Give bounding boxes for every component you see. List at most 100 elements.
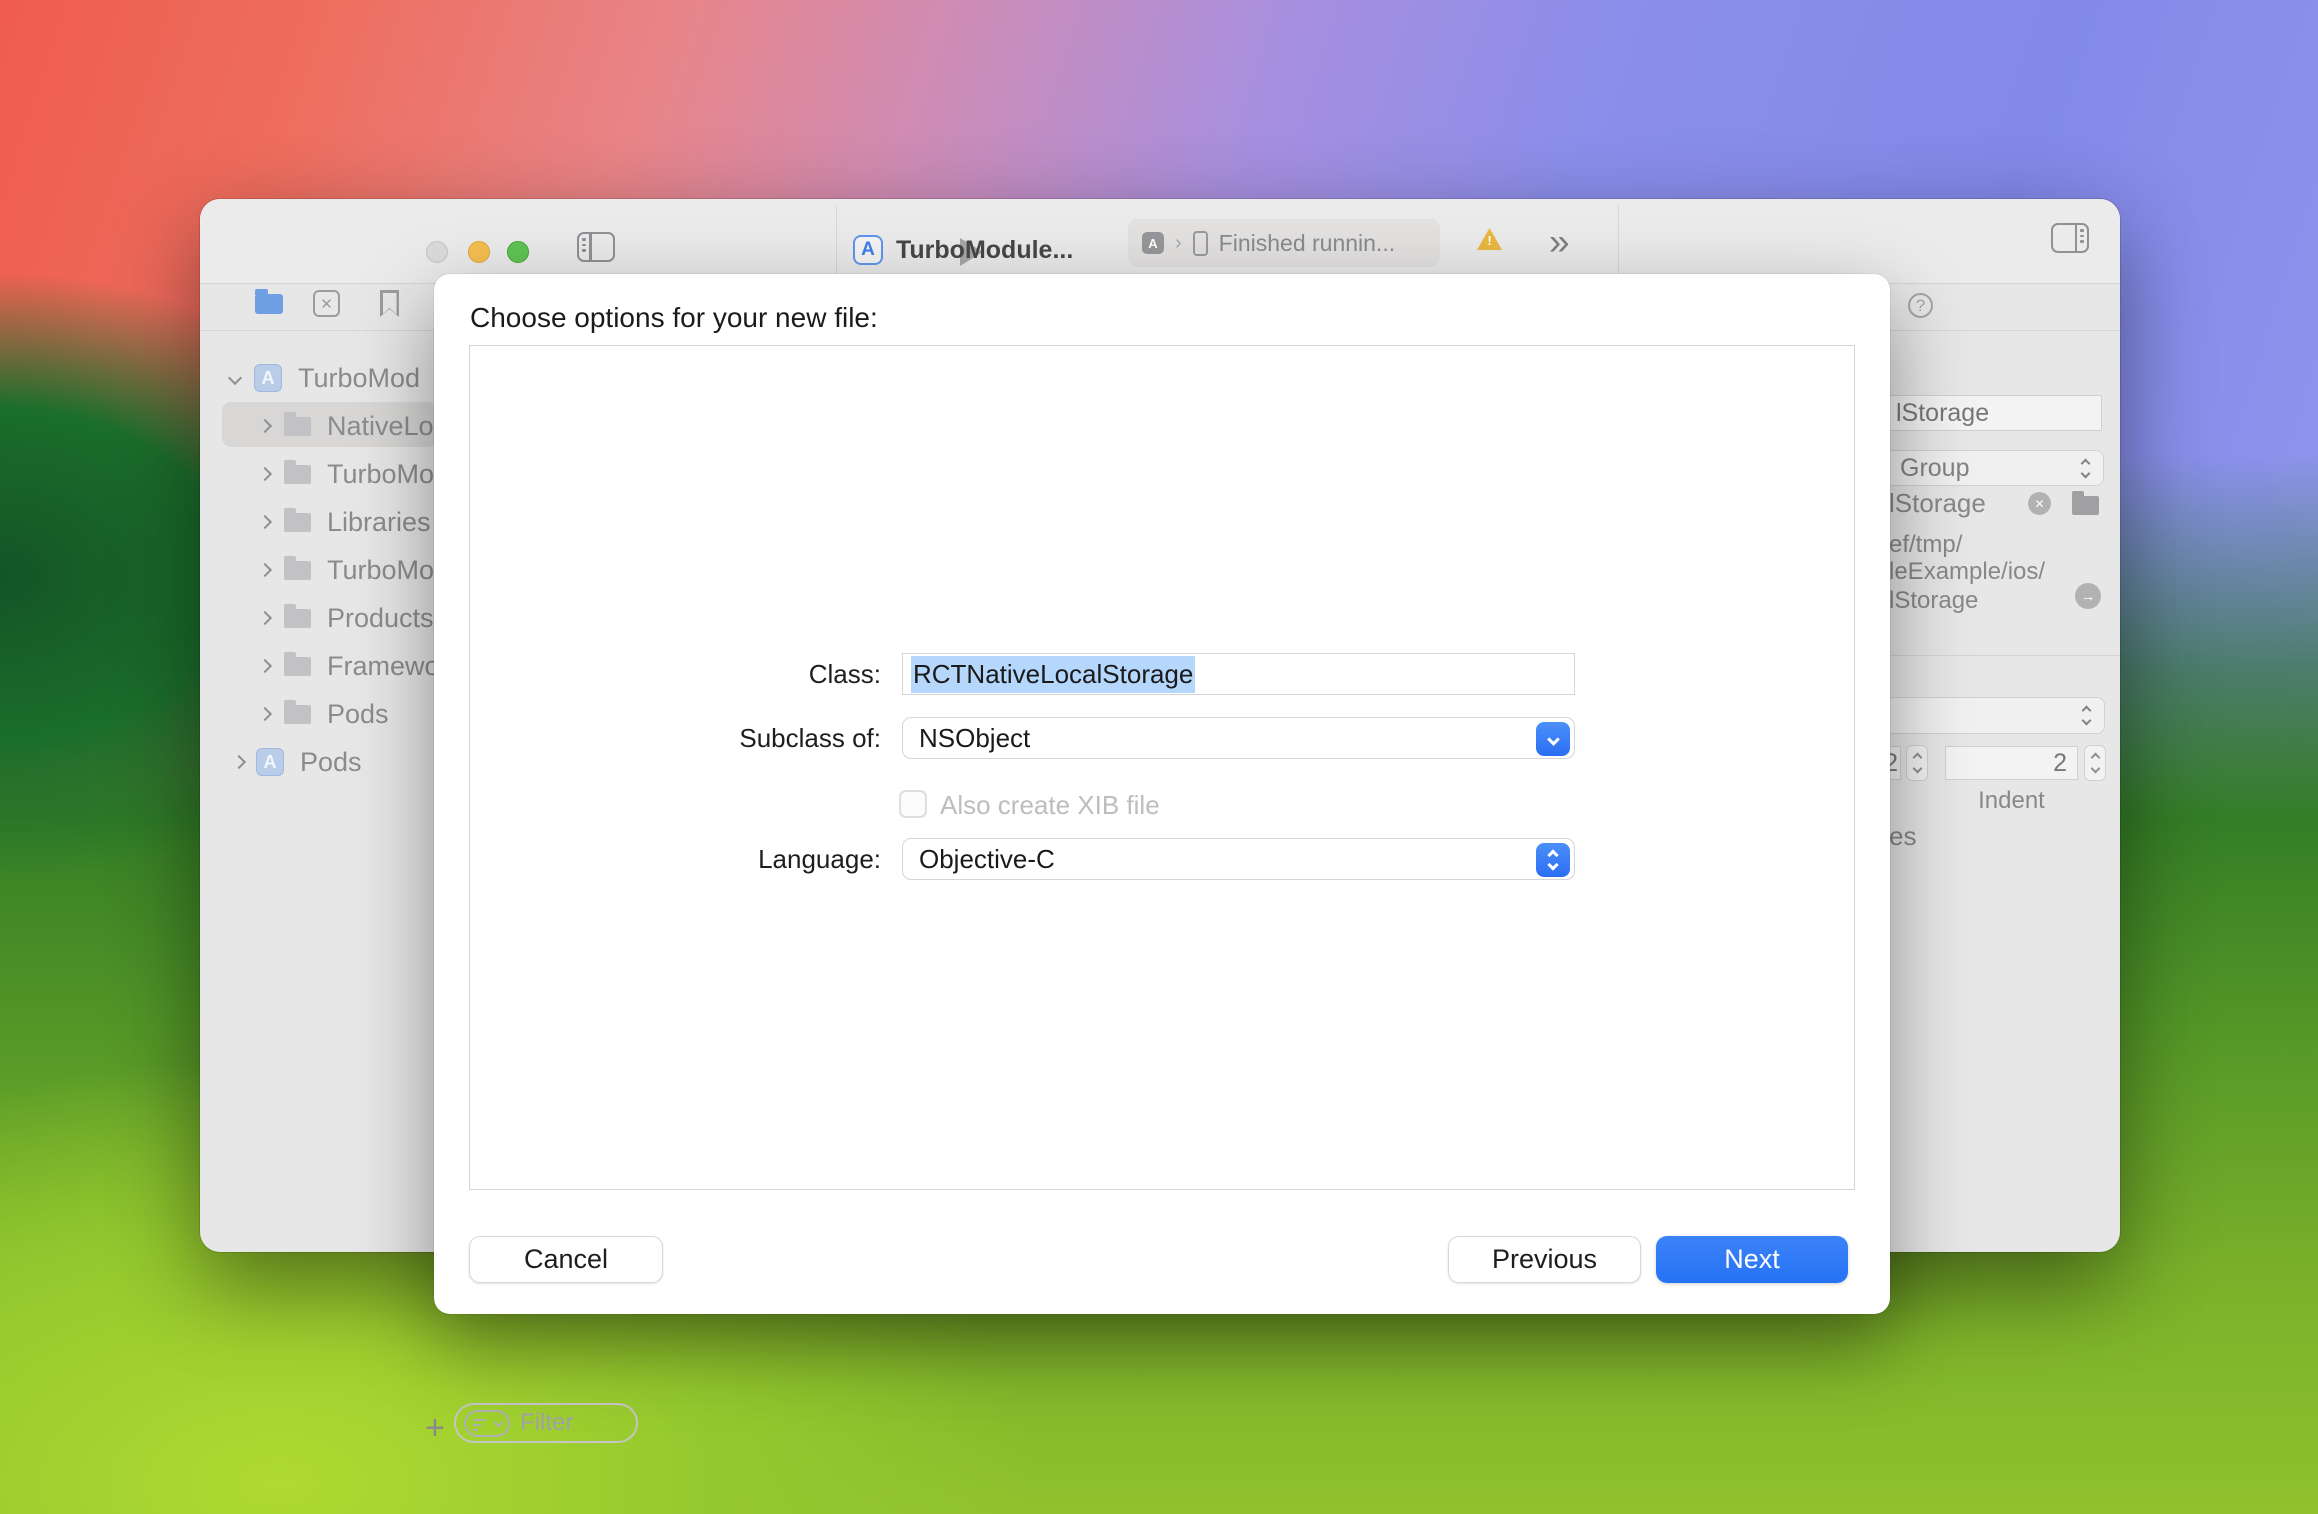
language-label: Language:	[434, 838, 881, 880]
indent-label: Indent	[1945, 787, 2078, 814]
iphone-icon	[1193, 231, 1208, 256]
popup-chevrons-icon	[2082, 460, 2089, 477]
toolbar-divider	[836, 205, 837, 277]
sidebar-item-label: TurboMo	[327, 555, 434, 586]
minimize-button[interactable]	[468, 241, 490, 263]
sidebar-item-turbomodule2[interactable]: TurboMo	[260, 547, 434, 593]
folder-icon	[284, 417, 311, 436]
file-name-value: lStorage	[1896, 399, 1989, 428]
path-line: lStorage	[1889, 587, 1978, 614]
tab-width-stepper[interactable]	[1906, 745, 1928, 781]
disclosure-right-icon[interactable]	[258, 515, 272, 529]
navigator-tabs-divider	[200, 330, 437, 331]
indent-width-value: 2	[2053, 749, 2067, 778]
combobox-chevron-icon[interactable]	[1536, 722, 1570, 756]
warning-icon[interactable]: !	[1477, 228, 1502, 250]
folder-icon	[284, 705, 311, 724]
help-icon[interactable]: ?	[1908, 293, 1933, 318]
language-value: Objective-C	[919, 844, 1055, 875]
folder-icon	[284, 609, 311, 628]
spaces-label-partial: es	[1889, 823, 1916, 850]
toggle-left-sidebar-icon[interactable]	[577, 232, 615, 262]
class-label: Class:	[434, 653, 881, 695]
popup-updown-icon[interactable]	[1536, 843, 1570, 877]
sidebar-item-products[interactable]: Products	[260, 595, 434, 641]
disclosure-right-icon[interactable]	[258, 467, 272, 481]
bookmark-tab-icon[interactable]	[380, 290, 399, 317]
app-store-icon: A	[853, 235, 883, 265]
type-popup[interactable]: Group	[1885, 450, 2104, 486]
sidebar-item-label: NativeLo	[327, 411, 434, 442]
popup-chevrons-icon	[2083, 707, 2090, 724]
scheme-name: TurboModule...	[896, 236, 1073, 265]
sidebar-item-frameworks[interactable]: Framewo	[260, 643, 440, 689]
disclosure-down-icon[interactable]	[228, 371, 242, 385]
toolbar-divider	[1618, 205, 1619, 277]
choose-folder-icon[interactable]	[2072, 496, 2099, 515]
xib-checkbox-label: Also create XIB file	[940, 790, 1160, 821]
sidebar-item-label: Products	[327, 603, 434, 634]
disclosure-right-icon[interactable]	[258, 611, 272, 625]
chevron-separator-icon: ›	[1175, 232, 1182, 255]
project-navigator-tab-icon[interactable]	[255, 294, 283, 314]
close-button[interactable]	[426, 241, 448, 263]
path-line: ef/tmp/	[1889, 531, 1962, 558]
open-in-finder-icon[interactable]: →	[2075, 583, 2101, 609]
new-file-options-dialog: Choose options for your new file: Class:…	[434, 274, 1890, 1314]
zoom-button[interactable]	[507, 241, 529, 263]
clear-location-icon[interactable]: ✕	[2028, 492, 2051, 515]
xib-checkbox[interactable]	[899, 790, 927, 818]
inspector-section-divider	[1889, 655, 2120, 656]
sidebar-item-turbomodule[interactable]: TurboMo	[260, 451, 434, 497]
sidebar-item-label: Pods	[327, 699, 389, 730]
language-popup[interactable]: Objective-C	[902, 838, 1575, 880]
disclosure-right-icon[interactable]	[258, 563, 272, 577]
next-button[interactable]: Next	[1656, 1236, 1848, 1283]
sidebar-item-label: Libraries	[327, 507, 431, 538]
xcode-project-icon: A	[254, 364, 282, 392]
cancel-button[interactable]: Cancel	[469, 1236, 663, 1283]
previous-button[interactable]: Previous	[1448, 1236, 1641, 1283]
path-line: leExample/ios/	[1889, 558, 2045, 585]
sidebar-item-pods-project[interactable]: A Pods	[234, 739, 362, 785]
inspector-header-divider	[1889, 330, 2120, 331]
dialog-title: Choose options for your new file:	[470, 302, 878, 334]
filter-icon	[464, 1410, 510, 1437]
sidebar-item-label: Framewo	[327, 651, 440, 682]
disclosure-right-icon[interactable]	[258, 707, 272, 721]
sidebar-item-libraries[interactable]: Libraries	[260, 499, 431, 545]
scheme-selector[interactable]: A TurboModule...	[853, 235, 1073, 265]
subclass-label: Subclass of:	[434, 717, 881, 759]
indent-width-field[interactable]: 2	[1945, 746, 2078, 780]
activity-status-pill[interactable]: A › Finished runnin...	[1128, 219, 1440, 267]
subclass-value: NSObject	[919, 723, 1030, 754]
disclosure-right-icon[interactable]	[258, 419, 272, 433]
sidebar-item-label: Pods	[300, 747, 362, 778]
folder-icon	[284, 513, 311, 532]
sidebar-item-turbomod-project[interactable]: A TurboMod	[230, 355, 420, 401]
sidebar-item-nativelocalstorage[interactable]: NativeLo	[260, 403, 434, 449]
toggle-right-inspector-icon[interactable]	[2051, 223, 2089, 253]
sidebar-item-label: TurboMod	[298, 363, 420, 394]
xcode-project-icon: A	[256, 748, 284, 776]
sidebar-item-label: TurboMo	[327, 459, 434, 490]
text-settings-popup[interactable]	[1885, 697, 2105, 734]
add-button[interactable]: +	[425, 1409, 445, 1448]
options-preview-box	[469, 345, 1855, 1190]
filter-input[interactable]: Filter	[454, 1403, 638, 1443]
indent-width-stepper[interactable]	[2084, 745, 2106, 781]
location-value: lStorage	[1889, 490, 1986, 517]
app-icon: A	[1142, 232, 1164, 254]
folder-icon	[284, 561, 311, 580]
folder-icon	[284, 657, 311, 676]
disclosure-right-icon[interactable]	[232, 755, 246, 769]
class-input[interactable]: RCTNativeLocalStorage	[902, 653, 1575, 695]
overflow-chevrons-icon[interactable]: »	[1549, 221, 1570, 263]
subclass-combobox[interactable]: NSObject	[902, 717, 1575, 759]
sidebar-item-pods-folder[interactable]: Pods	[260, 691, 389, 737]
screen: A TurboModule... A › Finished runnin... …	[0, 0, 2318, 1514]
recent-files-tab-icon[interactable]: ✕	[313, 290, 340, 317]
file-name-field[interactable]: lStorage	[1885, 395, 2102, 431]
disclosure-right-icon[interactable]	[258, 659, 272, 673]
status-text: Finished runnin...	[1219, 230, 1395, 257]
